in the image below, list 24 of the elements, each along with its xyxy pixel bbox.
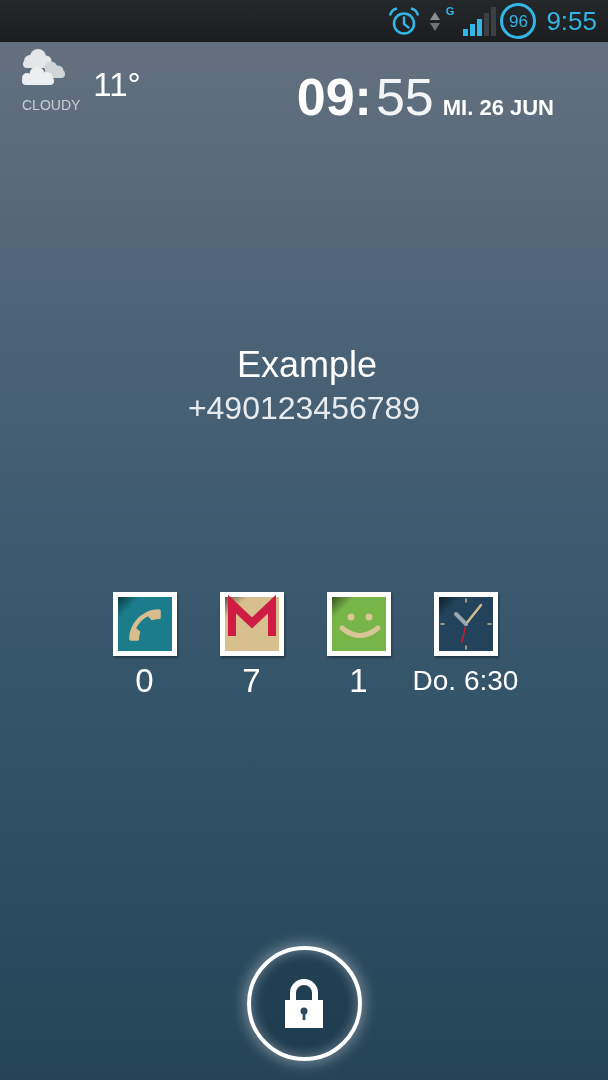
date: MI. 26 JUN: [442, 97, 554, 119]
notification-count: 1: [349, 664, 368, 698]
alarm-icon: [387, 6, 420, 36]
battery-indicator: 96: [500, 3, 537, 39]
smiley-icon[interactable]: [326, 592, 391, 656]
lock-icon: [285, 979, 323, 1028]
caller-name: Example: [235, 347, 378, 383]
network-type: G: [445, 5, 455, 17]
clock-minutes: 55: [375, 71, 434, 123]
unlock-button[interactable]: [246, 946, 362, 1061]
temperature: 11°: [93, 68, 141, 101]
phone-icon[interactable]: [112, 592, 177, 656]
notification-count: 0: [135, 664, 154, 698]
notification-count: 7: [242, 664, 261, 698]
signal-icon: [463, 6, 497, 36]
phone-number: +490123456789: [187, 392, 421, 424]
data-arrows-icon: [429, 11, 440, 31]
clock-hours: 09:: [296, 71, 372, 123]
status-time: 9:55: [546, 8, 597, 34]
clock-icon[interactable]: [433, 592, 498, 656]
mail-icon[interactable]: [219, 592, 284, 656]
cloud-icon: [19, 49, 65, 85]
alarm-time: Do. 6:30: [412, 664, 519, 698]
weather-condition: CLOUDY: [22, 97, 81, 113]
